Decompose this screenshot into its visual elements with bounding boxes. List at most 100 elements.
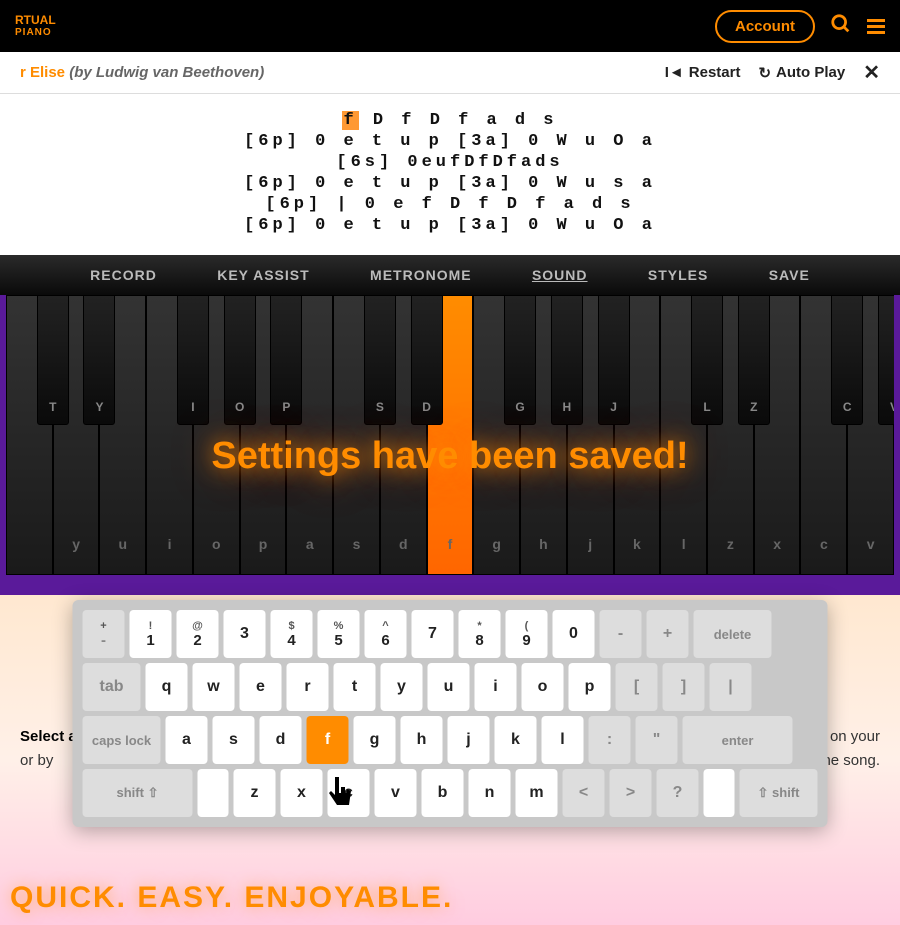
black-key-S[interactable]: S bbox=[364, 295, 396, 425]
key-|[interactable]: | bbox=[710, 663, 752, 711]
main-header: RTUAL PIANO Account bbox=[0, 0, 900, 52]
key-+[interactable]: + bbox=[647, 610, 689, 658]
key-?[interactable]: ? bbox=[657, 769, 699, 817]
key-space[interactable] bbox=[704, 769, 735, 817]
black-key-V[interactable]: V bbox=[878, 295, 900, 425]
piano: yuiopasdfghjklzxcv TYIOPSDGHJLZCV Settin… bbox=[0, 295, 900, 595]
key-0[interactable]: 0 bbox=[553, 610, 595, 658]
key-j[interactable]: j bbox=[448, 716, 490, 764]
black-key-slot: S bbox=[333, 295, 380, 425]
key-w[interactable]: w bbox=[193, 663, 235, 711]
black-key-J[interactable]: J bbox=[598, 295, 630, 425]
key-g[interactable]: g bbox=[354, 716, 396, 764]
key-k[interactable]: k bbox=[495, 716, 537, 764]
black-key-I[interactable]: I bbox=[177, 295, 209, 425]
logo[interactable]: RTUAL PIANO bbox=[15, 13, 56, 39]
key-d[interactable]: d bbox=[260, 716, 302, 764]
key--[interactable]: +- bbox=[83, 610, 125, 658]
key-e[interactable]: e bbox=[240, 663, 282, 711]
black-key-slot: I bbox=[146, 295, 193, 425]
black-key-Z[interactable]: Z bbox=[738, 295, 770, 425]
toolbar-item-sound[interactable]: SOUND bbox=[532, 267, 588, 283]
key-"[interactable]: " bbox=[636, 716, 678, 764]
black-key-H[interactable]: H bbox=[551, 295, 583, 425]
account-button[interactable]: Account bbox=[715, 10, 815, 43]
toolbar-item-key-assist[interactable]: KEY ASSIST bbox=[217, 267, 309, 283]
sheet-line: f D f D f a d s bbox=[0, 111, 900, 130]
key->[interactable]: > bbox=[610, 769, 652, 817]
key-enter[interactable]: enter bbox=[683, 716, 793, 764]
key-p[interactable]: p bbox=[569, 663, 611, 711]
key-5[interactable]: %5 bbox=[318, 610, 360, 658]
key-caps lock[interactable]: caps lock bbox=[83, 716, 161, 764]
key-u[interactable]: u bbox=[428, 663, 470, 711]
black-keys: TYIOPSDGHJLZCV bbox=[6, 295, 894, 425]
key-o[interactable]: o bbox=[522, 663, 564, 711]
key-4[interactable]: $4 bbox=[271, 610, 313, 658]
key-bot-label: 9 bbox=[522, 632, 530, 649]
key-<[interactable]: < bbox=[563, 769, 605, 817]
key-delete[interactable]: delete bbox=[694, 610, 772, 658]
key-top-label: % bbox=[334, 620, 344, 632]
black-key-slot: T bbox=[6, 295, 53, 425]
menu-icon[interactable] bbox=[867, 19, 885, 34]
black-key-P[interactable]: P bbox=[270, 295, 302, 425]
key-z[interactable]: z bbox=[234, 769, 276, 817]
key-[[interactable]: [ bbox=[616, 663, 658, 711]
key-f[interactable]: f bbox=[307, 716, 349, 764]
autoplay-label: Auto Play bbox=[776, 64, 845, 81]
key-i[interactable]: i bbox=[475, 663, 517, 711]
restart-button[interactable]: I◄ Restart bbox=[665, 64, 741, 81]
sheet-line: [6p] 0 e t u p [3a] 0 W u O a bbox=[0, 216, 900, 235]
keyboard-row2: tabqwertyuiop[]| bbox=[83, 663, 818, 711]
toolbar-item-metronome[interactable]: METRONOME bbox=[370, 267, 472, 283]
key--[interactable]: - bbox=[600, 610, 642, 658]
autoplay-button[interactable]: ↻ Auto Play bbox=[758, 64, 845, 82]
black-key-L[interactable]: L bbox=[691, 295, 723, 425]
key-8[interactable]: *8 bbox=[459, 610, 501, 658]
logo-text-bot: PIANO bbox=[15, 27, 56, 39]
black-key-C[interactable]: C bbox=[831, 295, 863, 425]
key-7[interactable]: 7 bbox=[412, 610, 454, 658]
black-key-D[interactable]: D bbox=[411, 295, 443, 425]
key-r[interactable]: r bbox=[287, 663, 329, 711]
key-space[interactable] bbox=[198, 769, 229, 817]
key-n[interactable]: n bbox=[469, 769, 511, 817]
key-b[interactable]: b bbox=[422, 769, 464, 817]
key-6[interactable]: ^6 bbox=[365, 610, 407, 658]
toolbar-item-record[interactable]: RECORD bbox=[90, 267, 157, 283]
key-⇧ shift[interactable]: ⇧ shift bbox=[740, 769, 818, 817]
key-t[interactable]: t bbox=[334, 663, 376, 711]
key-1[interactable]: !1 bbox=[130, 610, 172, 658]
key-:[interactable]: : bbox=[589, 716, 631, 764]
key-top-label: + bbox=[100, 620, 106, 632]
key-l[interactable]: l bbox=[542, 716, 584, 764]
key-s[interactable]: s bbox=[213, 716, 255, 764]
toolbar-item-save[interactable]: SAVE bbox=[769, 267, 810, 283]
key-m[interactable]: m bbox=[516, 769, 558, 817]
toolbar-item-styles[interactable]: STYLES bbox=[648, 267, 708, 283]
key-bot-label: 1 bbox=[146, 632, 154, 649]
black-key-T[interactable]: T bbox=[37, 295, 69, 425]
key-bot-label: 4 bbox=[287, 632, 295, 649]
black-key-Y[interactable]: Y bbox=[83, 295, 115, 425]
key-2[interactable]: @2 bbox=[177, 610, 219, 658]
search-icon[interactable] bbox=[830, 13, 852, 40]
key-y[interactable]: y bbox=[381, 663, 423, 711]
key-a[interactable]: a bbox=[166, 716, 208, 764]
key-9[interactable]: (9 bbox=[506, 610, 548, 658]
key-q[interactable]: q bbox=[146, 663, 188, 711]
sheet-line: [6p] | 0 e f D f D f a d s bbox=[0, 195, 900, 214]
key-v[interactable]: v bbox=[375, 769, 417, 817]
key-tab[interactable]: tab bbox=[83, 663, 141, 711]
hand-pointer-icon bbox=[325, 775, 357, 821]
key-3[interactable]: 3 bbox=[224, 610, 266, 658]
key-h[interactable]: h bbox=[401, 716, 443, 764]
key-x[interactable]: x bbox=[281, 769, 323, 817]
black-key-O[interactable]: O bbox=[224, 295, 256, 425]
close-icon[interactable]: ✕ bbox=[863, 60, 880, 85]
black-key-G[interactable]: G bbox=[504, 295, 536, 425]
text-right-top: on your bbox=[830, 725, 880, 749]
key-][interactable]: ] bbox=[663, 663, 705, 711]
key-shift ⇧[interactable]: shift ⇧ bbox=[83, 769, 193, 817]
